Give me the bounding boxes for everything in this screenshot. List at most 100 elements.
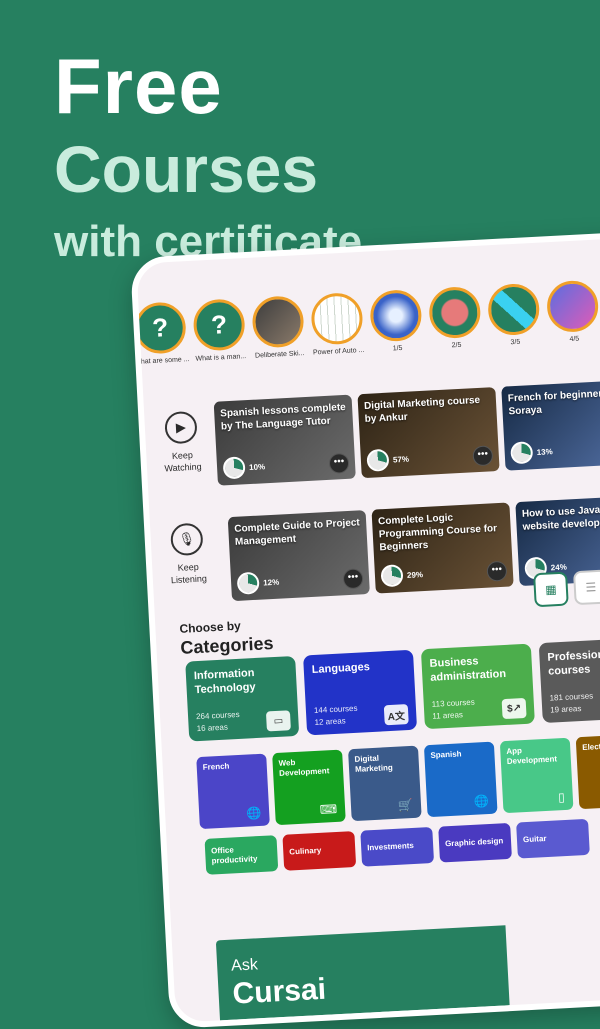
headline: Free Courses with certificate	[54, 44, 362, 268]
tablet-frame: ? What are some ... ? What is a man... Del…	[130, 224, 600, 1029]
progress-ring-icon	[380, 564, 404, 588]
course-progress: 10%	[222, 455, 266, 480]
course-title: How to use Javascript in website develop…	[521, 503, 600, 533]
subcategory-name: Web Development	[278, 758, 330, 778]
subcategory-card[interactable]: Digital Marketing 🛒	[348, 745, 422, 822]
progress-value: 57%	[392, 454, 410, 465]
course-card[interactable]: Complete Logic Programming Course for Be…	[371, 502, 514, 594]
question-icon: ?	[192, 298, 246, 352]
course-progress: 29%	[380, 563, 424, 588]
category-name: Business administration	[429, 655, 507, 684]
story-label: 1/5	[392, 344, 403, 353]
story-item[interactable]: Power of Auto ...	[309, 291, 365, 357]
subcategory-card[interactable]: App Development ▯	[499, 737, 574, 814]
subcategory-name: App Development	[506, 746, 558, 766]
subcategory-card[interactable]: Spanish 🌐	[423, 741, 498, 818]
story-label: 3/5	[510, 338, 521, 347]
story-item[interactable]: 4/5	[545, 279, 600, 345]
story-item[interactable]: 2/5	[427, 285, 483, 351]
progress-value: 29%	[406, 569, 424, 580]
category-card[interactable]: Information Technology 264 courses 16 are…	[185, 655, 300, 742]
category-areas: 16 areas	[196, 722, 229, 734]
subcategory-card[interactable]: French 🌐	[196, 753, 270, 830]
chips-row: Office productivity Culinary Investments…	[204, 818, 590, 875]
ask-cursai-banner[interactable]: Ask Cursai	[215, 925, 510, 1021]
view-toggles: ▦ ☰	[533, 569, 600, 608]
category-chip[interactable]: Guitar	[516, 818, 590, 859]
course-card[interactable]: Digital Marketing course by Ankur 57% ••…	[357, 387, 500, 479]
story-thumbnail	[545, 279, 600, 334]
subcategory-name: French	[202, 761, 230, 772]
course-title: Complete Logic Programming Course for Be…	[377, 512, 498, 554]
course-card[interactable]: Spanish lessons complete by The Language…	[213, 394, 356, 486]
category-stats: 264 courses 16 areas	[196, 709, 241, 735]
grid-view-icon[interactable]: ▦	[533, 571, 569, 608]
story-item[interactable]: ? What is a man...	[191, 298, 247, 363]
category-stats: 181 courses 19 areas	[549, 690, 594, 716]
cart-icon: 🛒	[397, 797, 414, 813]
story-label: Power of Auto ...	[312, 346, 365, 357]
globe-icon: 🌐	[473, 793, 490, 809]
keep-watching-row: Spanish lessons complete by The Language…	[213, 379, 600, 486]
category-card[interactable]: Professional courses 181 courses 19 areas…	[538, 637, 600, 724]
category-chip[interactable]: Office productivity	[204, 835, 279, 875]
progress-value: 13%	[536, 446, 553, 457]
play-icon: ▶	[164, 410, 198, 445]
categories-title: Categories	[179, 633, 274, 658]
course-progress: 13%	[510, 440, 553, 465]
story-thumbnail	[251, 295, 305, 349]
subcategory-name: Electrician	[582, 740, 600, 752]
translate-icon: A文	[383, 704, 409, 726]
more-icon[interactable]: •••	[342, 568, 364, 590]
story-item[interactable]: ? What are some ...	[132, 301, 190, 366]
subcategory-card[interactable]: Electrician⚡	[575, 733, 600, 810]
more-icon[interactable]: •••	[472, 445, 494, 467]
story-label: What is a man...	[195, 353, 247, 363]
progress-ring-icon	[510, 441, 534, 465]
keep-watching-section[interactable]: ▶ Keep Watching	[152, 410, 211, 475]
course-title: Complete Guide to Project Management	[234, 517, 361, 548]
subcategory-card[interactable]: Web Development ⌨	[272, 749, 346, 826]
story-item[interactable]: 3/5	[486, 282, 542, 348]
globe-icon: 🌐	[245, 805, 262, 821]
more-icon[interactable]: •••	[486, 560, 508, 582]
story-item[interactable]: Deliberate Ski...	[250, 295, 306, 360]
course-progress: 57%	[366, 448, 409, 472]
course-card[interactable]: French for beginners with Soraya 13% •••	[501, 379, 600, 471]
category-name: Languages	[311, 661, 371, 677]
keep-watching-label: Keep Watching	[164, 449, 202, 474]
microphone-icon: 🎙	[169, 522, 204, 557]
stories-row: ? What are some ... ? What is a man... Del…	[132, 276, 600, 366]
story-thumbnail	[486, 282, 541, 337]
category-card[interactable]: Languages 144 courses 12 areas A文	[303, 649, 418, 736]
ask-label: Ask	[230, 956, 259, 975]
course-card[interactable]: Complete Guide to Project Management 12%…	[227, 510, 370, 602]
story-thumbnail	[369, 288, 423, 343]
list-view-icon[interactable]: ☰	[573, 569, 600, 606]
headline-courses: Courses	[54, 132, 319, 206]
progress-value: 24%	[550, 562, 567, 572]
category-name: Professional courses	[547, 648, 600, 678]
progress-value: 10%	[248, 461, 266, 472]
more-icon[interactable]: •••	[328, 452, 350, 474]
keep-listening-section[interactable]: 🎙 Keep Listening	[158, 522, 217, 587]
keep-listening-label: Keep Listening	[170, 561, 208, 586]
laptop-icon: ▭	[265, 710, 291, 732]
money-chart-icon: $↗	[501, 697, 527, 720]
phone-icon: ▯	[557, 789, 566, 805]
category-chip[interactable]: Investments	[360, 826, 435, 867]
course-title: Digital Marketing course by Ankur	[363, 394, 481, 425]
progress-ring-icon	[366, 448, 390, 472]
category-chip[interactable]: Culinary	[282, 831, 357, 871]
category-stats: 113 courses 11 areas	[431, 697, 475, 723]
story-item[interactable]: 1/5	[368, 288, 424, 354]
category-card[interactable]: Business administration 113 courses 11 ar…	[420, 643, 535, 730]
story-label: What are some ...	[134, 356, 190, 366]
category-areas: 19 areas	[550, 704, 582, 715]
cursai-label: Cursai	[231, 972, 327, 1011]
category-stats: 144 courses 12 areas	[314, 703, 359, 729]
subcategory-name: Spanish	[430, 749, 462, 760]
code-icon: ⌨	[319, 801, 338, 817]
category-chip[interactable]: Graphic design	[438, 822, 512, 863]
story-thumbnail	[310, 291, 364, 346]
